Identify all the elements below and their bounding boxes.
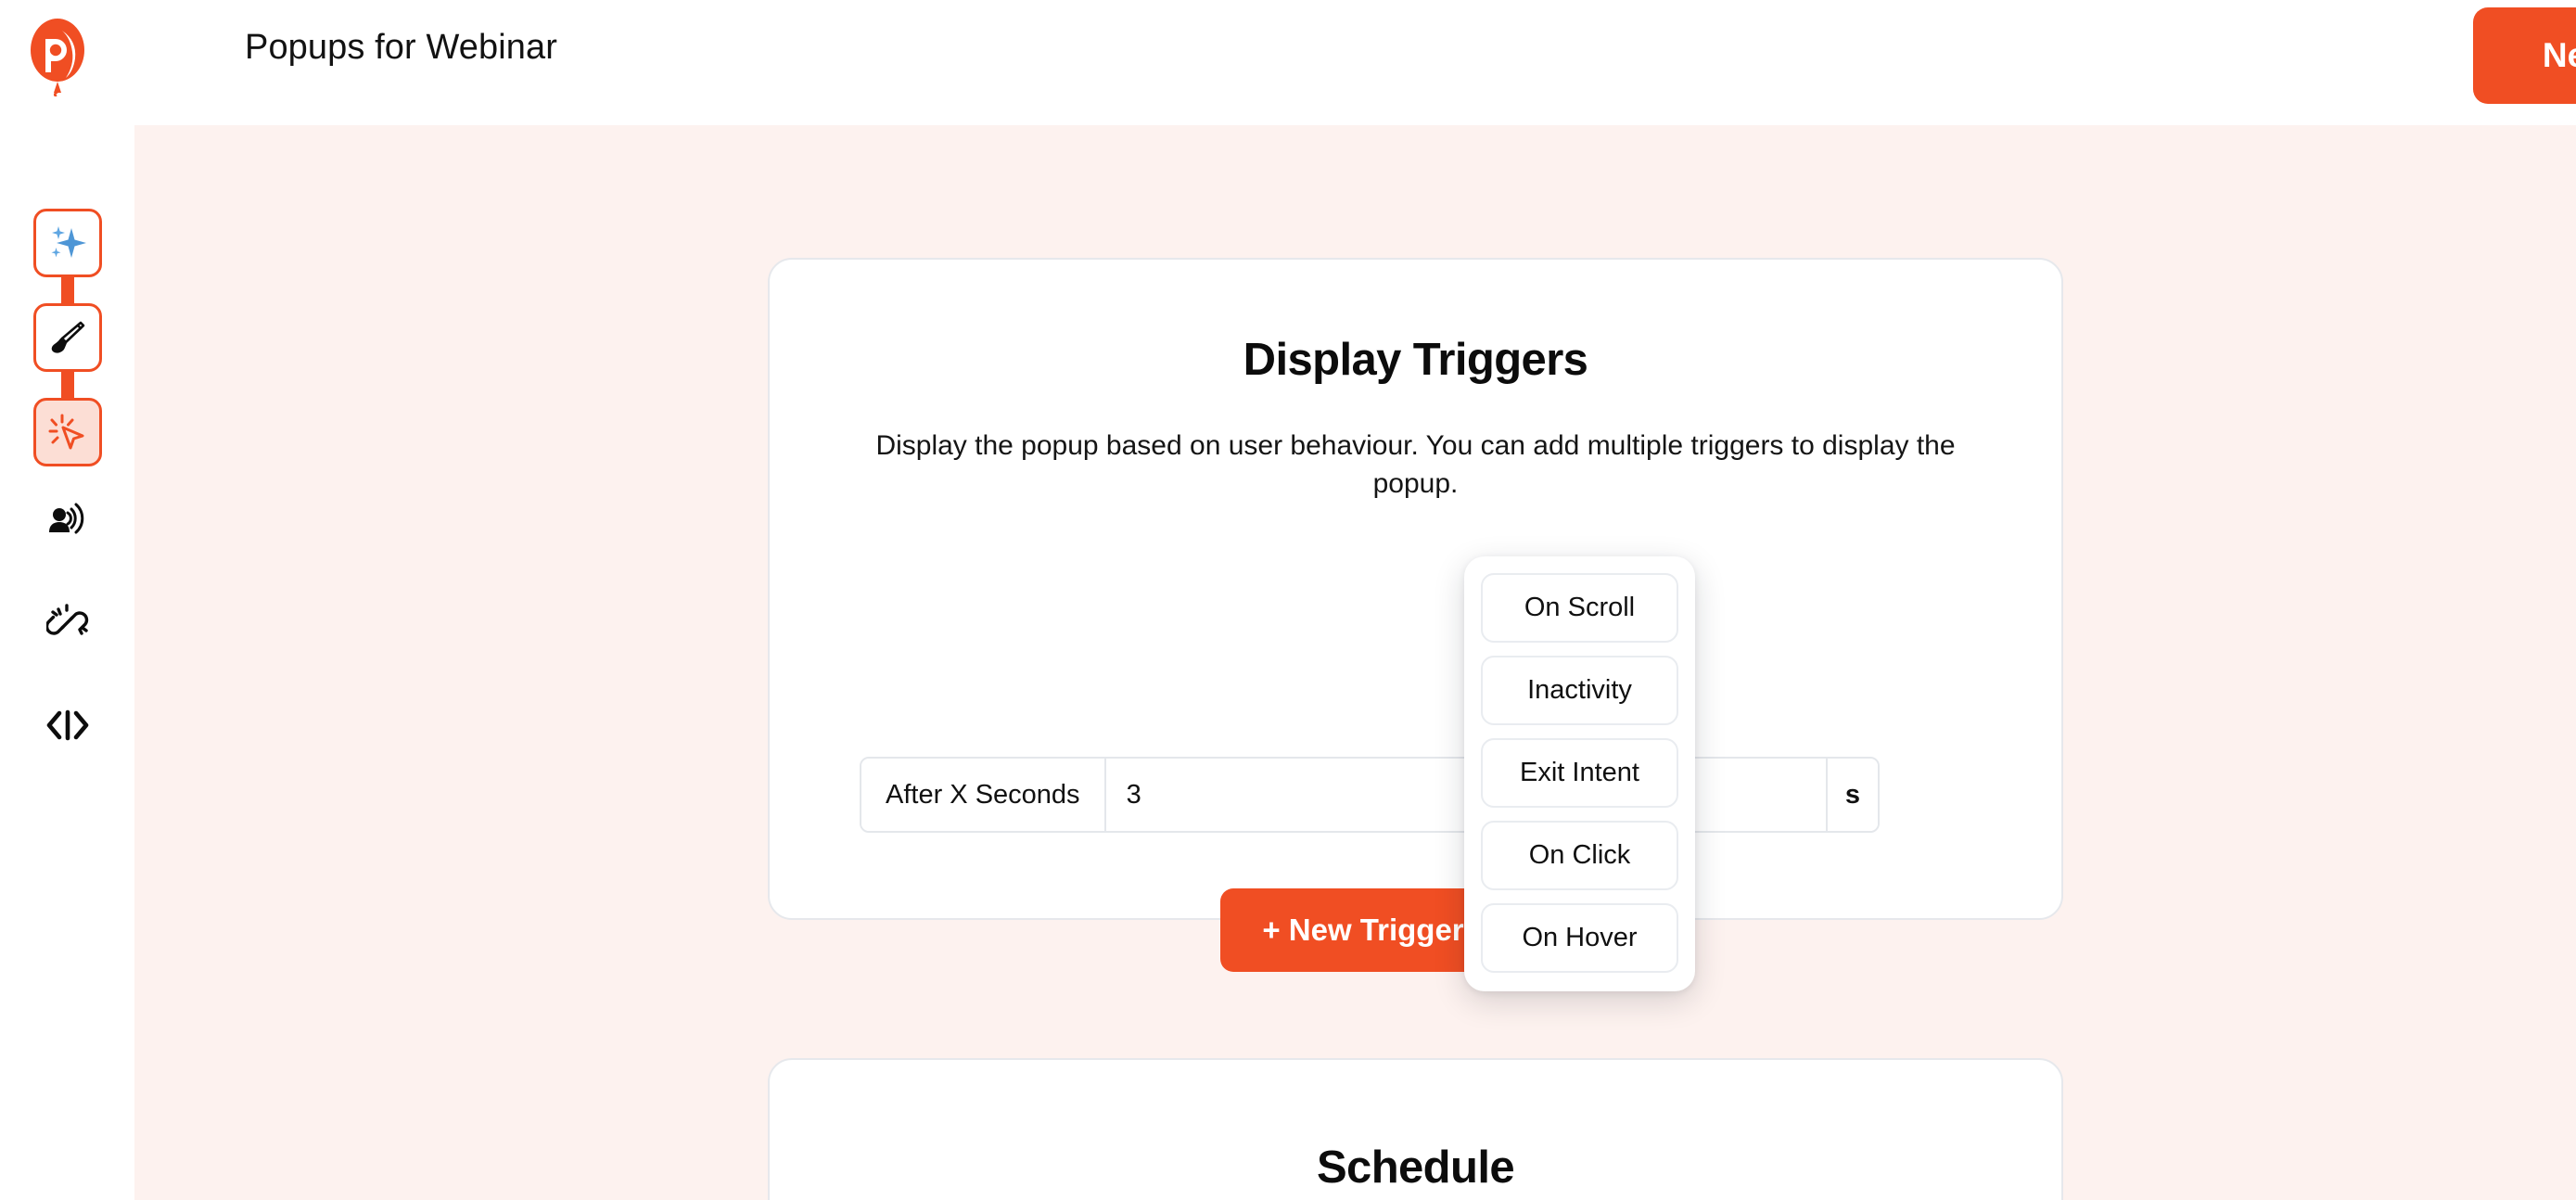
left-sidebar (0, 125, 134, 1200)
sidebar-step-connector (60, 274, 74, 307)
sidebar-tool-audience[interactable] (33, 487, 102, 555)
paintbrush-icon (51, 321, 84, 353)
sidebar-step-triggers[interactable] (32, 398, 102, 466)
app-root: Popups for Webinar Next (0, 0, 2576, 1200)
sidebar-step-connector (60, 368, 74, 402)
dropdown-item-on-hover[interactable]: On Hover (1481, 903, 1678, 973)
trigger-unit-label: s (1826, 759, 1878, 831)
content-canvas: Display Triggers Display the popup based… (134, 125, 2576, 1200)
sparkles-icon (51, 226, 86, 258)
new-trigger-button[interactable]: + New Trigger (1220, 888, 1506, 972)
sidebar-step-design[interactable] (32, 303, 102, 372)
schedule-title: Schedule (1316, 1143, 1515, 1193)
app-logo[interactable] (20, 11, 95, 104)
page-title: Popups for Webinar (245, 28, 557, 67)
trigger-type-select[interactable]: After X Seconds (861, 759, 1106, 831)
trigger-type-dropdown: On Scroll Inactivity Exit Intent On Clic… (1464, 556, 1695, 991)
dropdown-item-exit-intent[interactable]: Exit Intent (1481, 738, 1678, 808)
sidebar-tool-link[interactable] (33, 589, 102, 657)
sidebar-tool-embed[interactable] (33, 691, 102, 760)
display-triggers-subtitle: Display the popup based on user behaviou… (875, 430, 1956, 500)
sidebar-step-group (0, 209, 134, 466)
balloon-p-logo-icon (31, 19, 84, 96)
top-header-bar: Popups for Webinar Next (0, 0, 2576, 125)
dropdown-item-inactivity[interactable]: Inactivity (1481, 656, 1678, 725)
sidebar-tool-group (0, 487, 134, 760)
code-brackets-icon (46, 709, 88, 741)
dropdown-item-on-scroll[interactable]: On Scroll (1481, 573, 1678, 643)
sidebar-step-generate[interactable] (32, 209, 102, 277)
cursor-click-icon (48, 414, 83, 450)
display-triggers-card: Display Triggers Display the popup based… (768, 258, 2063, 972)
next-button[interactable]: Next (2473, 7, 2576, 104)
schedule-card: Schedule (768, 1058, 2063, 1200)
dropdown-item-on-click[interactable]: On Click (1481, 821, 1678, 890)
audience-broadcast-icon (48, 503, 83, 534)
broken-link-icon (45, 604, 88, 635)
display-triggers-title: Display Triggers (1243, 335, 1588, 385)
trigger-row: After X Seconds s (860, 757, 1880, 833)
